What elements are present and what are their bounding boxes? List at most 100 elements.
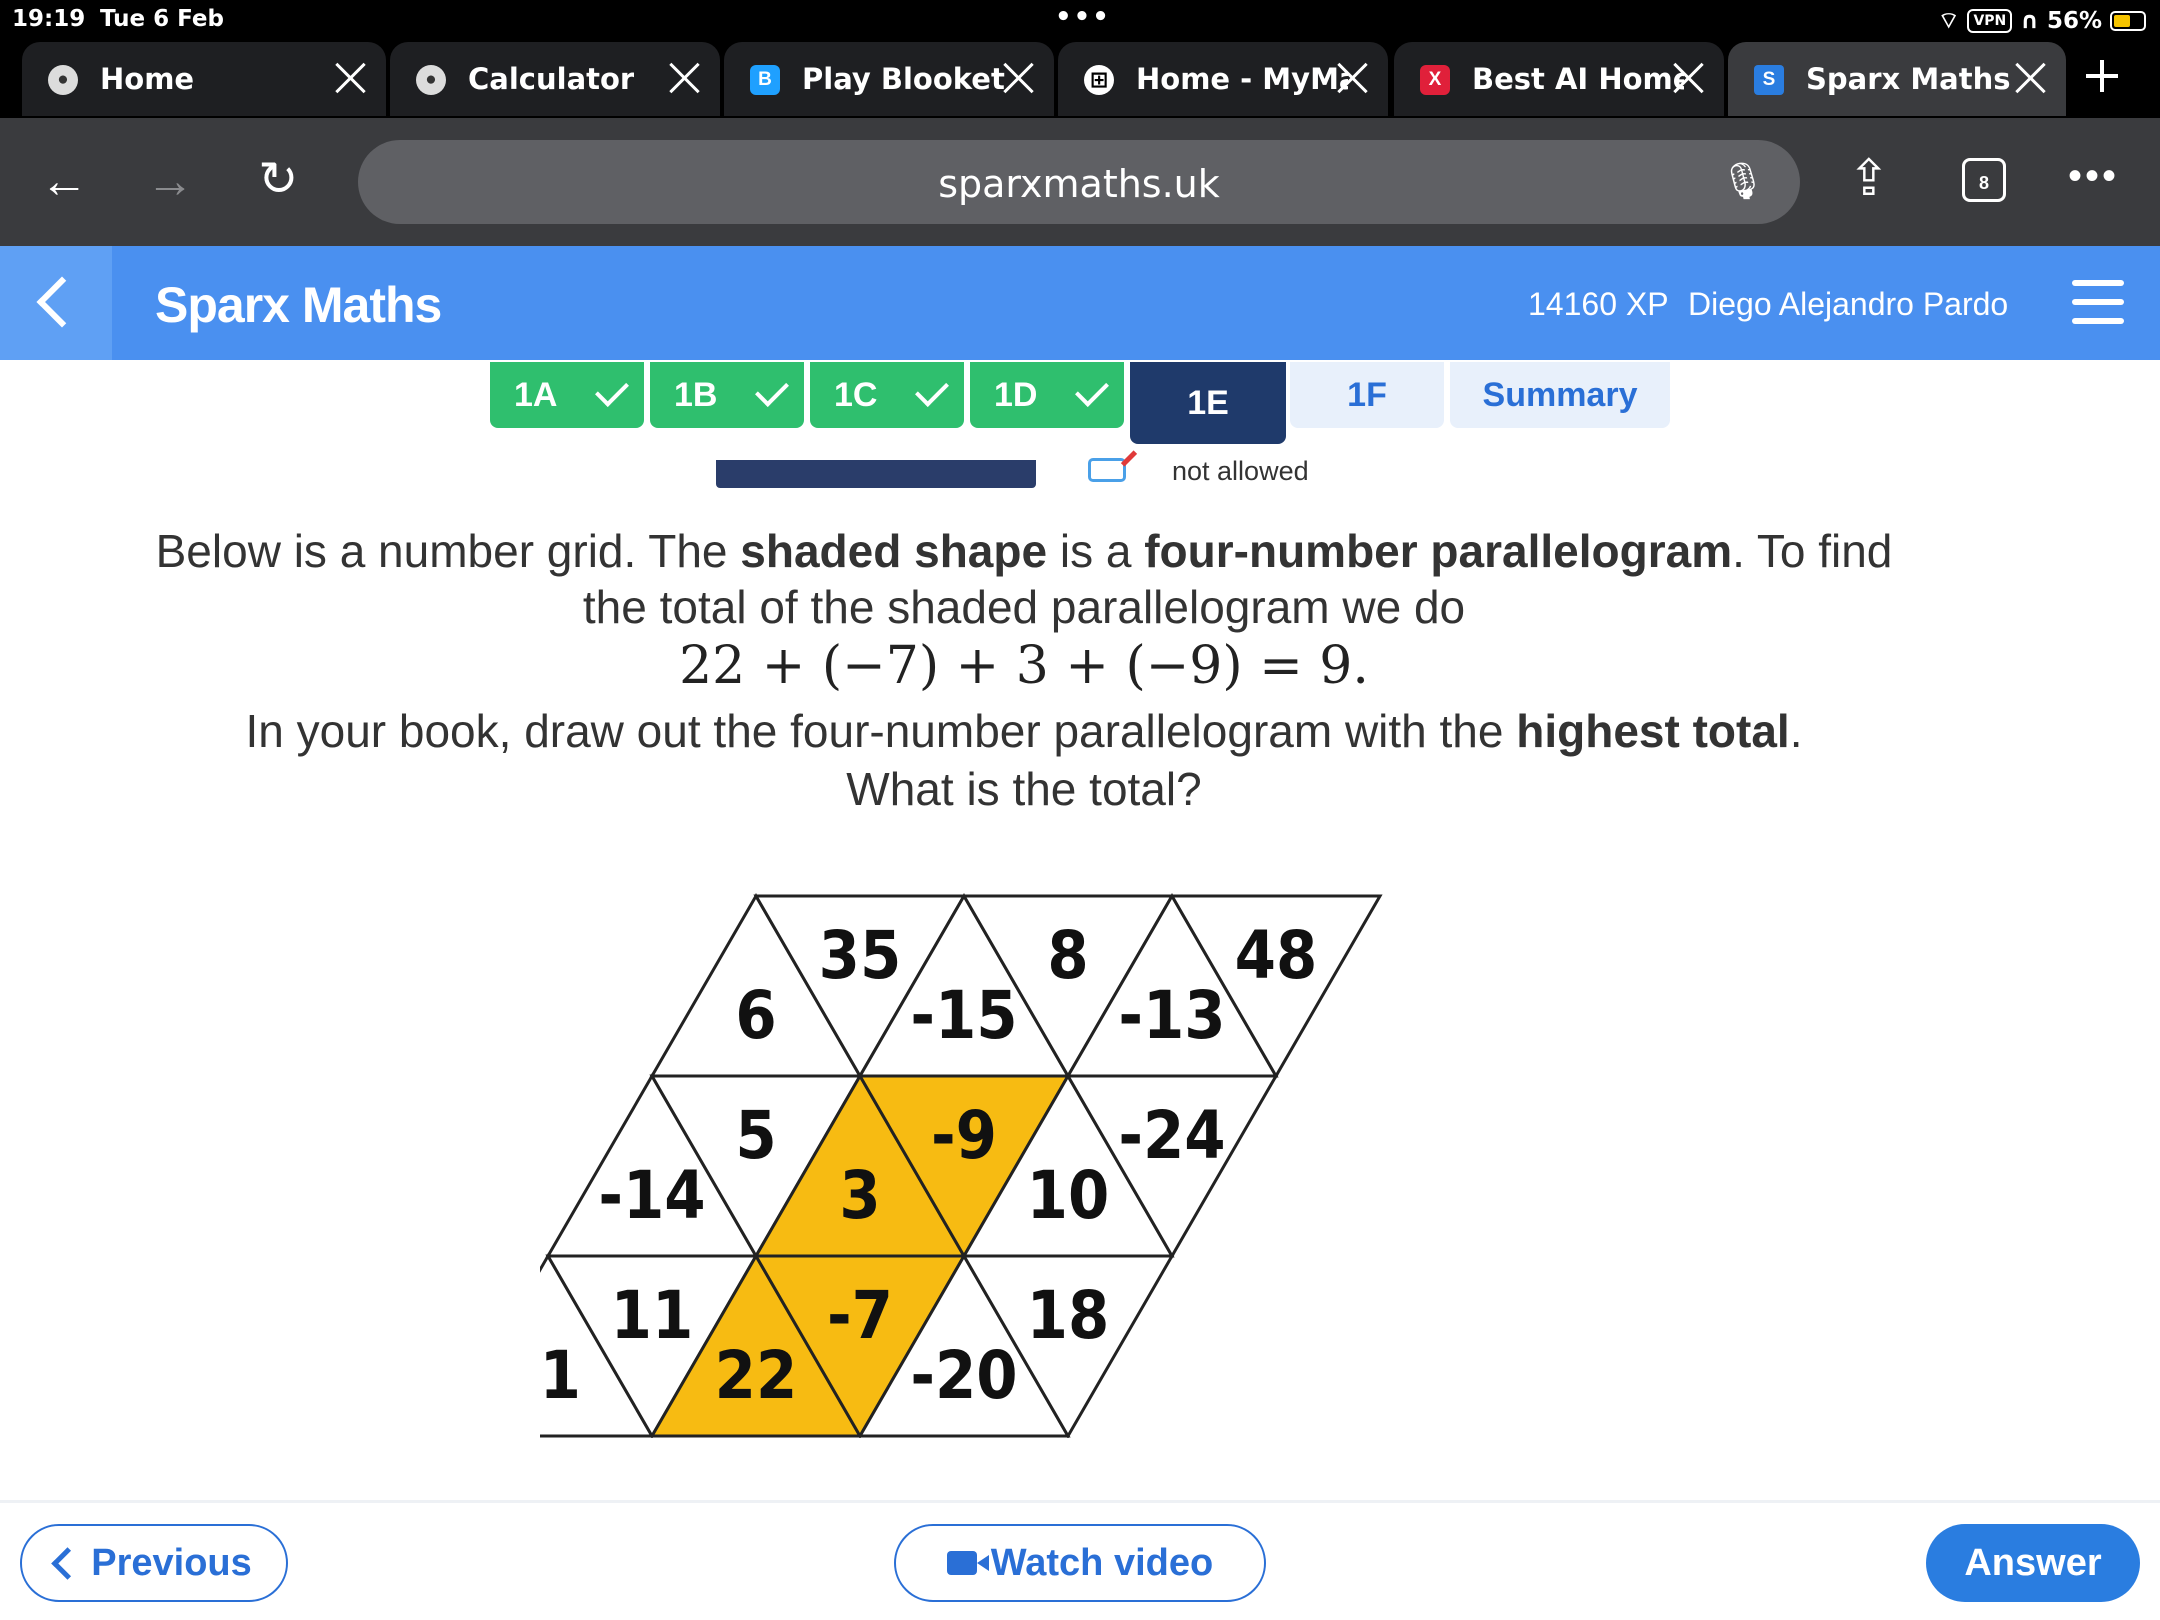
hamburger-menu-icon[interactable]: [2072, 280, 2124, 324]
task-tab-label: 1F: [1347, 375, 1387, 414]
answer-label: Answer: [1964, 1541, 2102, 1584]
close-icon[interactable]: [1670, 60, 1706, 96]
task-tab-1c[interactable]: 1C: [810, 362, 964, 428]
browser-toolbar: ← → ↻ sparxmaths.uk 🎙 ⇪ 8 •••: [0, 118, 2160, 246]
tab-count-button[interactable]: 8: [1962, 158, 2006, 202]
grid-number: 11: [611, 1277, 694, 1354]
question-text: Below is a number grid. The: [155, 525, 741, 577]
back-arrow-icon[interactable]: ←: [40, 158, 88, 206]
calculator-status: not allowed: [1172, 456, 1309, 486]
globe-icon: ●: [48, 65, 78, 95]
task-tab-summary[interactable]: Summary: [1450, 362, 1670, 428]
forward-arrow-icon[interactable]: →: [146, 158, 194, 206]
grid-number: 8: [1047, 917, 1088, 994]
watch-video-button[interactable]: Watch video: [894, 1524, 1266, 1602]
close-icon[interactable]: [1000, 60, 1036, 96]
app-title: Sparx Maths: [155, 277, 442, 333]
multitask-dots-icon[interactable]: •••: [1055, 2, 1111, 32]
previous-button[interactable]: Previous: [20, 1524, 288, 1602]
task-tab-1d[interactable]: 1D: [970, 362, 1124, 428]
battery-icon: [2110, 10, 2146, 31]
status-date: Tue 6 Feb: [100, 6, 224, 32]
tab-label: Best AI Homework Helper: [1472, 62, 1684, 96]
grid-number: 22: [715, 1337, 798, 1414]
number-grid: 6 35-15 8 -1348 -14 53 -9 10-24 -1 11 22 -7-2018: [540, 893, 1383, 1438]
close-icon[interactable]: [666, 60, 702, 96]
question-line-3: In your book, draw out the four-number p…: [0, 704, 2048, 758]
check-icon: [595, 373, 630, 407]
grid-number: 35: [819, 917, 902, 994]
tab-label: Calculator: [468, 62, 635, 96]
close-icon[interactable]: [1334, 60, 1370, 96]
grid-number: 6: [735, 977, 776, 1054]
grid-number: 48: [1235, 917, 1318, 994]
app-back-button[interactable]: [0, 246, 112, 360]
question-line-4: What is the total?: [846, 763, 1202, 815]
microphone-icon[interactable]: 🎙: [1720, 160, 1766, 202]
browser-tab-mymaths[interactable]: ⊞ Home - MyMaths: [1058, 42, 1388, 116]
check-icon: [915, 373, 950, 407]
globe-icon: ●: [416, 65, 446, 95]
more-menu-icon[interactable]: •••: [2068, 154, 2119, 199]
chevron-left-icon: [51, 1546, 84, 1580]
blooket-icon: B: [750, 65, 780, 95]
question-bold-text: highest total: [1516, 705, 1790, 757]
check-icon: [755, 373, 790, 407]
previous-label: Previous: [91, 1541, 252, 1584]
video-camera-icon: [946, 1551, 989, 1575]
close-icon[interactable]: [332, 60, 368, 96]
calculator-icon: [1088, 458, 1126, 482]
battery-percent: 56%: [2046, 7, 2102, 34]
close-icon[interactable]: [2012, 60, 2048, 96]
browser-tab-home[interactable]: ● Home: [22, 42, 386, 116]
grid-number: -9: [931, 1097, 997, 1174]
question-equation: 22 + (−7) + 3 + (−9) = 9.: [679, 636, 1369, 696]
browser-tab-blooket[interactable]: B Play Blooket: [724, 42, 1054, 116]
headphones-icon: ∩: [2020, 7, 2039, 34]
question-text: is a: [1047, 525, 1145, 577]
grid-number: -1: [540, 1337, 581, 1414]
question-line-2: the total of the shaded parallelogram we…: [582, 581, 1466, 633]
grid-number: -14: [598, 1157, 705, 1234]
answer-button[interactable]: Answer: [1926, 1524, 2140, 1602]
grid-number: 3: [839, 1157, 880, 1234]
question-text: .: [1789, 705, 1803, 757]
address-bar[interactable]: sparxmaths.uk 🎙: [358, 140, 1800, 224]
grid-number: 10: [1027, 1157, 1110, 1234]
vpn-badge: VPN: [1967, 8, 2013, 33]
task-tab-1b[interactable]: 1B: [650, 362, 804, 428]
new-tab-icon[interactable]: [2086, 60, 2118, 92]
tab-label: Play Blooket: [802, 62, 1005, 96]
status-bar: 19:19 Tue 6 Feb ••• ⌔ VPN ∩ 56%: [0, 0, 2160, 40]
task-tab-1e[interactable]: 1E: [1130, 362, 1286, 444]
grid-number: 5: [735, 1097, 776, 1174]
task-tab-label: 1B: [674, 375, 718, 414]
tab-label: Sparx Maths: [1806, 62, 2011, 96]
user-name[interactable]: Diego Alejandro Pardo: [1688, 286, 2008, 323]
browser-tab-sparx[interactable]: S Sparx Maths: [1728, 42, 2066, 116]
sparx-icon: S: [1754, 65, 1784, 95]
footer-divider: [0, 1500, 2160, 1503]
app-header: Sparx Maths 14160 XP Diego Alejandro Par…: [0, 246, 2160, 360]
task-tab-1f[interactable]: 1F: [1290, 362, 1444, 428]
task-tab-label: 1D: [994, 375, 1038, 414]
browser-tab-calculator[interactable]: ● Calculator: [390, 42, 720, 116]
wifi-icon: ⌔: [1937, 8, 1960, 34]
browser-tab-ai-homework[interactable]: X Best AI Homework Helper: [1394, 42, 1724, 116]
question-line-1: Below is a number grid. The shaded shape…: [0, 524, 2048, 578]
question-id-bar: [716, 460, 1036, 488]
task-tab-1a[interactable]: 1A: [490, 362, 644, 428]
tab-label: Home - MyMaths: [1136, 62, 1348, 96]
task-tab-label: 1E: [1187, 383, 1229, 422]
reload-icon[interactable]: ↻: [258, 156, 298, 204]
watch-video-label: Watch video: [990, 1541, 1214, 1584]
browser-tab-strip: ● Home ● Calculator B Play Blooket ⊞ Hom…: [0, 40, 2160, 118]
question-text: In your book, draw out the four-number p…: [245, 705, 1517, 757]
grid-number: -24: [1118, 1097, 1225, 1174]
check-icon: [1075, 373, 1110, 407]
tab-label: Home: [100, 62, 195, 96]
grid-number: -20: [910, 1337, 1017, 1414]
grid-icon: ⊞: [1084, 65, 1114, 95]
share-icon[interactable]: ⇪: [1848, 153, 1890, 203]
status-icons: ⌔ VPN ∩ 56%: [1938, 6, 2146, 35]
